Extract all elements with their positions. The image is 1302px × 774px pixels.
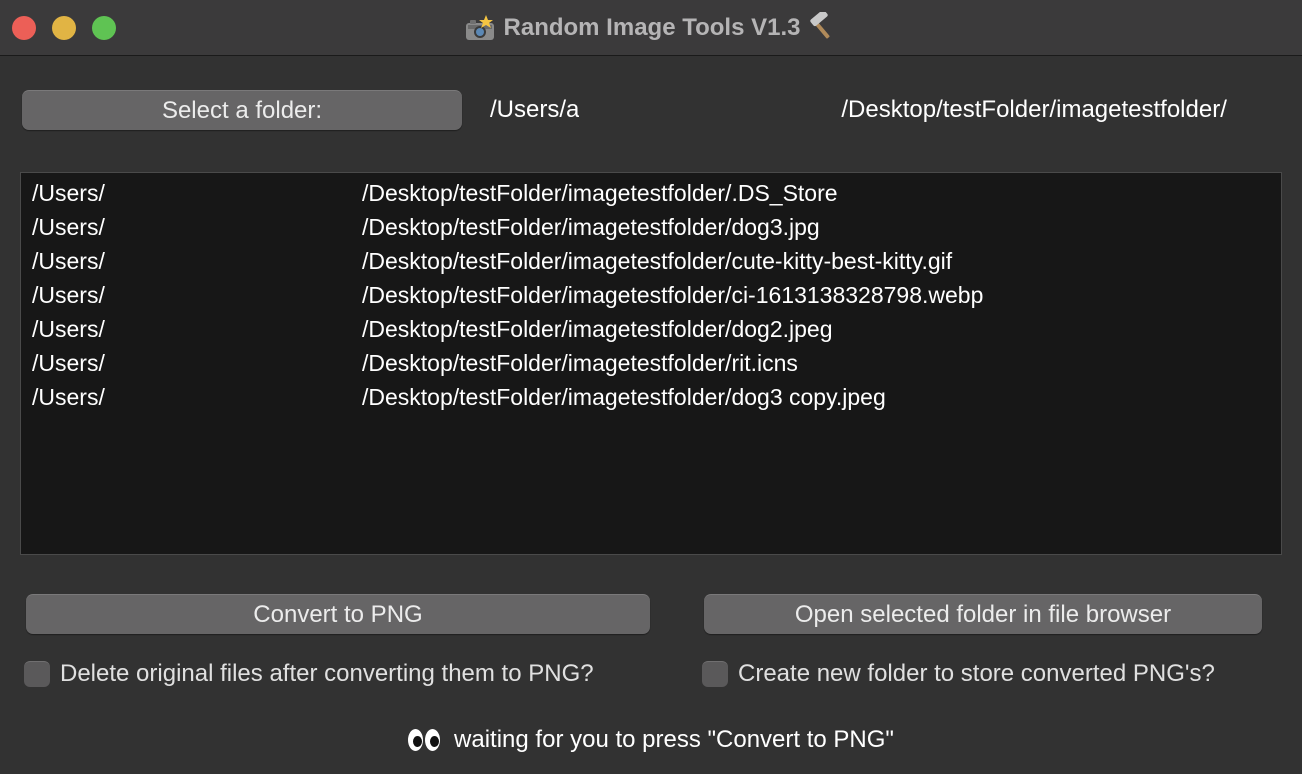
hammer-icon	[808, 9, 838, 44]
status-bar: waiting for you to press "Convert to PNG…	[0, 722, 1302, 758]
file-path-prefix: /Users/	[32, 383, 105, 410]
list-item[interactable]: /Users/ /Desktop/testFolder/imagetestfol…	[21, 244, 1281, 278]
redacted-username	[579, 95, 842, 125]
new-folder-option[interactable]: Create new folder to store converted PNG…	[702, 660, 1215, 688]
redacted-username	[112, 316, 362, 342]
selected-folder-path: /Users/a /Desktop/testFolder/imagetestfo…	[490, 90, 1290, 130]
file-path-suffix: /Desktop/testFolder/imagetestfolder/rit.…	[362, 349, 798, 376]
open-folder-button[interactable]: Open selected folder in file browser	[704, 594, 1262, 634]
file-path-prefix: /Users/	[32, 349, 105, 376]
window-title: Random Image Tools V1.3	[503, 14, 801, 41]
file-path-suffix: /Desktop/testFolder/imagetestfolder/ci-1…	[362, 281, 984, 308]
file-path-suffix: /Desktop/testFolder/imagetestfolder/cute…	[362, 247, 953, 274]
file-path-suffix: /Desktop/testFolder/imagetestfolder/dog3…	[362, 383, 886, 410]
redacted-username	[112, 214, 362, 240]
eyes-icon	[408, 729, 441, 751]
convert-to-png-button[interactable]: Convert to PNG	[26, 594, 650, 634]
redacted-username	[112, 384, 362, 410]
delete-originals-option[interactable]: Delete original files after converting t…	[24, 660, 594, 688]
camera-flash-icon	[464, 15, 496, 41]
delete-originals-label: Delete original files after converting t…	[60, 660, 594, 687]
redacted-username	[112, 248, 362, 274]
list-item[interactable]: /Users/ /Desktop/testFolder/imagetestfol…	[21, 312, 1281, 346]
file-path-prefix: /Users/	[32, 213, 105, 240]
file-path-prefix: /Users/	[32, 179, 105, 206]
window-title-group: Random Image Tools V1.3	[0, 0, 1302, 56]
list-item[interactable]: /Users/ /Desktop/testFolder/imagetestfol…	[21, 380, 1281, 414]
select-folder-button[interactable]: Select a folder:	[22, 90, 462, 130]
list-item[interactable]: /Users/ /Desktop/testFolder/imagetestfol…	[21, 176, 1281, 210]
list-item[interactable]: /Users/ /Desktop/testFolder/imagetestfol…	[21, 278, 1281, 312]
file-path-prefix: /Users/	[32, 281, 105, 308]
list-item[interactable]: /Users/ /Desktop/testFolder/imagetestfol…	[21, 346, 1281, 380]
app-window: Random Image Tools V1.3 Select a folder:…	[0, 0, 1302, 774]
file-path-prefix: /Users/	[32, 247, 105, 274]
redacted-username	[112, 282, 362, 308]
file-path-suffix: /Desktop/testFolder/imagetestfolder/dog3…	[362, 213, 820, 240]
folder-path-end: /Desktop/testFolder/imagetestfolder/	[841, 96, 1227, 123]
list-item[interactable]: /Users/ /Desktop/testFolder/imagetestfol…	[21, 210, 1281, 244]
delete-originals-checkbox[interactable]	[24, 661, 50, 687]
file-path-prefix: /Users/	[32, 315, 105, 342]
new-folder-checkbox[interactable]	[702, 661, 728, 687]
redacted-username	[112, 180, 362, 206]
status-text: waiting for you to press "Convert to PNG…	[454, 726, 894, 753]
new-folder-label: Create new folder to store converted PNG…	[738, 660, 1215, 687]
redacted-username	[112, 350, 362, 376]
title-bar[interactable]: Random Image Tools V1.3	[0, 0, 1302, 56]
file-path-suffix: /Desktop/testFolder/imagetestfolder/.DS_…	[362, 179, 838, 206]
file-path-suffix: /Desktop/testFolder/imagetestfolder/dog2…	[362, 315, 833, 342]
file-list[interactable]: /Users/ /Desktop/testFolder/imagetestfol…	[20, 172, 1282, 555]
folder-path-start: /Users/a	[490, 96, 580, 123]
